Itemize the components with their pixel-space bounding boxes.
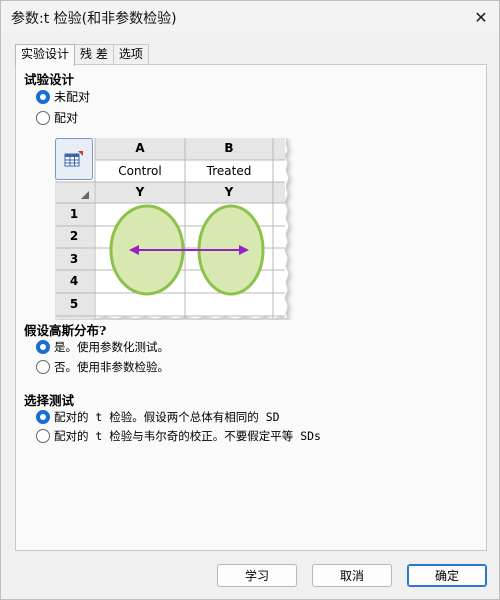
table-grid-icon bbox=[64, 151, 83, 167]
design-illustration: A B Control Treated Y Y 1 2 3 4 5 bbox=[55, 137, 305, 320]
radio-gaussian-no[interactable]: 否。使用非参数检验。 bbox=[36, 359, 169, 375]
radio-unpaired-label: 未配对 bbox=[54, 90, 91, 104]
experiment-design-title: 试验设计 bbox=[24, 72, 75, 87]
radio-indicator bbox=[36, 89, 50, 104]
cancel-button[interactable]: 取消 bbox=[312, 564, 392, 587]
sub-header-y-a: Y bbox=[135, 185, 145, 199]
choose-test-title: 选择测试 bbox=[24, 393, 75, 408]
radio-indicator bbox=[36, 340, 50, 354]
dialog-window: 参数:t 检验(和非参数检验) ✕ 实验设计 残 差 选项 试验设计 未配对 配… bbox=[0, 0, 500, 600]
radio-welch-correction[interactable]: 配对的 t 检验与韦尔奇的校正。不要假定平等 SDs bbox=[36, 428, 321, 444]
radio-indicator bbox=[36, 360, 50, 374]
window-title: 参数:t 检验(和非参数检验) bbox=[11, 11, 177, 27]
radio-paired[interactable]: 配对 bbox=[36, 109, 78, 126]
tab-residuals[interactable]: 残 差 bbox=[74, 44, 114, 65]
radio-indicator bbox=[36, 429, 50, 443]
sub-header-y-b: Y bbox=[224, 185, 234, 199]
row-number: 4 bbox=[69, 274, 79, 288]
radio-gaussian-yes-label: 是。使用参数化测试。 bbox=[54, 340, 169, 354]
row-number: 5 bbox=[69, 297, 79, 311]
radio-gaussian-yes[interactable]: 是。使用参数化测试。 bbox=[36, 339, 169, 355]
column-header-b: B bbox=[224, 141, 234, 155]
row-number: 2 bbox=[69, 229, 79, 243]
title-bar: 参数:t 检验(和非参数检验) ✕ bbox=[1, 1, 499, 33]
ok-button[interactable]: 确定 bbox=[407, 564, 487, 587]
radio-paired-t-test-label: 配对的 t 检验。假设两个总体有相同的 SD bbox=[54, 410, 280, 424]
close-icon: ✕ bbox=[474, 7, 488, 27]
gaussian-title: 假设高斯分布? bbox=[24, 323, 107, 338]
table-format-button bbox=[55, 138, 93, 180]
tab-experiment-design[interactable]: 实验设计 bbox=[15, 44, 76, 66]
radio-gaussian-no-label: 否。使用非参数检验。 bbox=[54, 360, 169, 374]
close-button[interactable]: ✕ bbox=[469, 5, 493, 29]
radio-unpaired[interactable]: 未配对 bbox=[36, 88, 90, 105]
tab-panel: 试验设计 未配对 配对 A B Control Treated Y Y 1 2 … bbox=[15, 64, 487, 551]
radio-indicator bbox=[36, 110, 50, 125]
tab-options[interactable]: 选项 bbox=[112, 44, 149, 65]
radio-indicator bbox=[36, 410, 50, 424]
tab-strip: 实验设计 残 差 选项 bbox=[15, 44, 149, 66]
group-name-control: Control bbox=[118, 164, 162, 178]
row-number: 1 bbox=[69, 207, 79, 221]
column-header-a: A bbox=[135, 141, 145, 155]
row-number: 3 bbox=[69, 252, 79, 266]
radio-welch-correction-label: 配对的 t 检验与韦尔奇的校正。不要假定平等 SDs bbox=[54, 429, 321, 443]
radio-paired-t-test[interactable]: 配对的 t 检验。假设两个总体有相同的 SD bbox=[36, 409, 280, 425]
group-name-treated: Treated bbox=[206, 164, 252, 178]
radio-paired-label: 配对 bbox=[54, 111, 79, 125]
learn-button[interactable]: 学习 bbox=[217, 564, 297, 587]
